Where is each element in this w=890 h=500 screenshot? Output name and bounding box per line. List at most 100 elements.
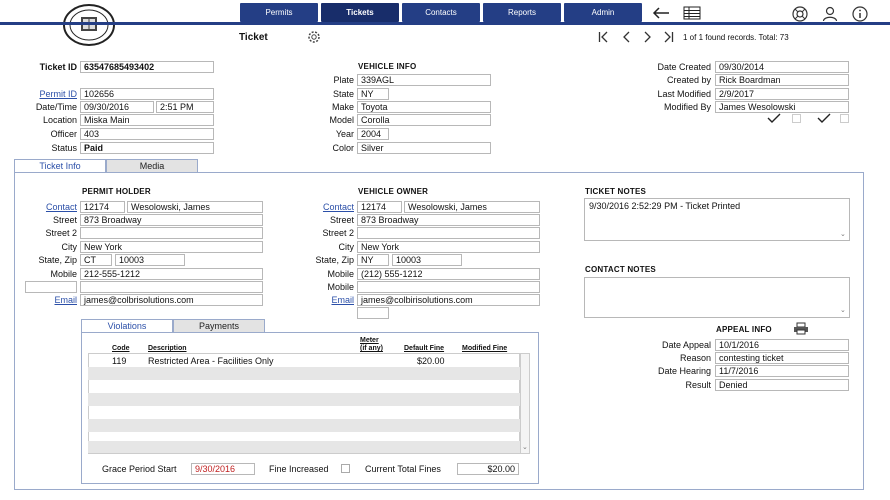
plate-field[interactable]: 339AGL (357, 74, 491, 86)
table-scrollbar[interactable] (520, 353, 530, 454)
vo-extra-field[interactable] (357, 307, 389, 319)
fine-increased-checkbox[interactable] (341, 464, 350, 473)
vo-contact-link[interactable]: Contact (323, 202, 354, 212)
col-description: Description (148, 345, 187, 352)
vo-email-field[interactable]: james@colbirisolutions.com (357, 294, 540, 306)
grace-period-field[interactable]: 9/30/2016 (191, 463, 255, 475)
ph-contact-link[interactable]: Contact (46, 202, 77, 212)
vo-contact-id-field[interactable]: 12174 (357, 201, 402, 213)
nav-admin[interactable]: Admin (564, 3, 642, 22)
appeal-info-heading: APPEAL INFO (716, 325, 772, 334)
info-icon[interactable] (850, 4, 870, 24)
table-row-empty (88, 441, 520, 453)
vo-street2-field[interactable] (357, 227, 540, 239)
previous-record-icon[interactable] (619, 30, 633, 44)
ph-contact-id-field[interactable]: 12174 (80, 201, 125, 213)
state-label: State (332, 89, 354, 99)
scroll-down-icon[interactable]: ⌄ (522, 443, 528, 451)
permit-id-link[interactable]: Permit ID (39, 89, 77, 99)
last-record-icon[interactable] (662, 30, 676, 44)
ph-city-field[interactable]: New York (80, 241, 263, 253)
make-field[interactable]: Toyota (357, 101, 491, 113)
vo-street-label: Street (329, 215, 354, 225)
ph-zip-field[interactable]: 10003 (115, 254, 185, 266)
tab-payments[interactable]: Payments (173, 319, 265, 332)
color-field[interactable]: Silver (357, 142, 491, 154)
row-code: 119 (112, 356, 127, 366)
nav-contacts[interactable]: Contacts (402, 3, 480, 22)
officer-field[interactable]: 403 (80, 128, 214, 140)
tab-ticket-info[interactable]: Ticket Info (14, 159, 106, 172)
tab-violations[interactable]: Violations (81, 319, 173, 332)
permit-id-field[interactable]: 102656 (80, 88, 214, 100)
modified-by-field: James Wesolowski (715, 101, 849, 113)
vo-contact-name-field[interactable]: Wesolowski, James (404, 201, 540, 213)
make-label: Make (331, 102, 354, 112)
appeal-result-field[interactable]: Denied (715, 379, 849, 391)
vehicle-state-field[interactable]: NY (357, 88, 389, 100)
model-field[interactable]: Corolla (357, 114, 491, 126)
date-field[interactable]: 09/30/2016 (80, 101, 154, 113)
ph-street2-field[interactable] (80, 227, 263, 239)
time-field[interactable]: 2:51 PM (156, 101, 214, 113)
contact-notes-scroll-icon[interactable]: ⌄ (840, 306, 846, 314)
flag-checkbox-2[interactable] (840, 114, 849, 123)
contact-notes-textarea[interactable] (584, 277, 850, 318)
appeal-hearing-field[interactable]: 11/7/2016 (715, 365, 849, 377)
next-record-icon[interactable] (641, 30, 655, 44)
user-icon[interactable] (820, 4, 840, 24)
ph-email-link[interactable]: Email (54, 295, 77, 305)
contact-notes-heading: CONTACT NOTES (585, 265, 656, 274)
location-field[interactable]: Miska Main (80, 114, 214, 126)
nav-tickets[interactable]: Tickets (321, 3, 399, 22)
seal-logo (63, 4, 115, 46)
checkmark-icon[interactable] (817, 113, 831, 125)
ticket-notes-scroll-icon[interactable]: ⌄ (840, 230, 846, 238)
settings-gear-icon[interactable] (305, 29, 323, 45)
appeal-date-label: Date Appeal (661, 340, 711, 350)
nav-reports[interactable]: Reports (483, 3, 561, 22)
ph-email-field[interactable]: james@colbrisolutions.com (80, 294, 263, 306)
ph-street-field[interactable]: 873 Broadway (80, 214, 263, 226)
appeal-date-field[interactable]: 10/1/2016 (715, 339, 849, 351)
appeal-hearing-label: Date Hearing (657, 366, 711, 376)
tab-media[interactable]: Media (106, 159, 198, 172)
year-field[interactable]: 2004 (357, 128, 389, 140)
ph-mobile-field[interactable]: 212-555-1212 (80, 268, 263, 280)
table-row[interactable]: 119 Restricted Area - Facilities Only $2… (88, 354, 520, 367)
col-meter-note: (if any) (360, 345, 383, 352)
ph-extra-field[interactable] (80, 281, 263, 293)
table-row-empty (88, 393, 520, 406)
help-lifebuoy-icon[interactable] (790, 4, 810, 24)
ticket-id-label: Ticket ID (39, 62, 77, 72)
ph-state-field[interactable]: CT (80, 254, 112, 266)
nav-permits[interactable]: Permits (240, 3, 318, 22)
printer-icon[interactable] (792, 321, 810, 335)
ticket-notes-textarea[interactable]: 9/30/2016 2:52:29 PM - Ticket Printed (584, 198, 850, 241)
vo-city-field[interactable]: New York (357, 241, 540, 253)
ph-contact-name-field[interactable]: Wesolowski, James (127, 201, 263, 213)
first-record-icon[interactable] (596, 30, 610, 44)
created-by-field: Rick Boardman (715, 74, 849, 86)
fine-increased-label: Fine Increased (269, 464, 329, 474)
status-field[interactable]: Paid (80, 142, 214, 154)
ph-extra-label-field[interactable] (25, 281, 77, 293)
back-arrow-icon[interactable] (650, 4, 672, 22)
vo-zip-field[interactable]: 10003 (392, 254, 462, 266)
table-row-empty (88, 419, 520, 432)
flag-checkbox-1[interactable] (792, 114, 801, 123)
checkmark-icon[interactable] (767, 113, 781, 125)
vo-street-field[interactable]: 873 Broadway (357, 214, 540, 226)
vo-mobile2-field[interactable] (357, 281, 540, 293)
vo-email-link[interactable]: Email (331, 295, 354, 305)
vo-mobile-label: Mobile (327, 269, 354, 279)
appeal-reason-field[interactable]: contesting ticket (715, 352, 849, 364)
vo-state-field[interactable]: NY (357, 254, 389, 266)
datetime-label: Date/Time (35, 102, 77, 112)
list-view-icon[interactable] (681, 4, 703, 22)
vo-mobile-field[interactable]: (212) 555-1212 (357, 268, 540, 280)
permit-holder-heading: PERMIT HOLDER (82, 187, 151, 196)
ticket-id-field[interactable]: 63547685493402 (80, 61, 214, 73)
status-label: Status (51, 143, 77, 153)
record-count: 1 of 1 found records. Total: 73 (683, 33, 789, 42)
